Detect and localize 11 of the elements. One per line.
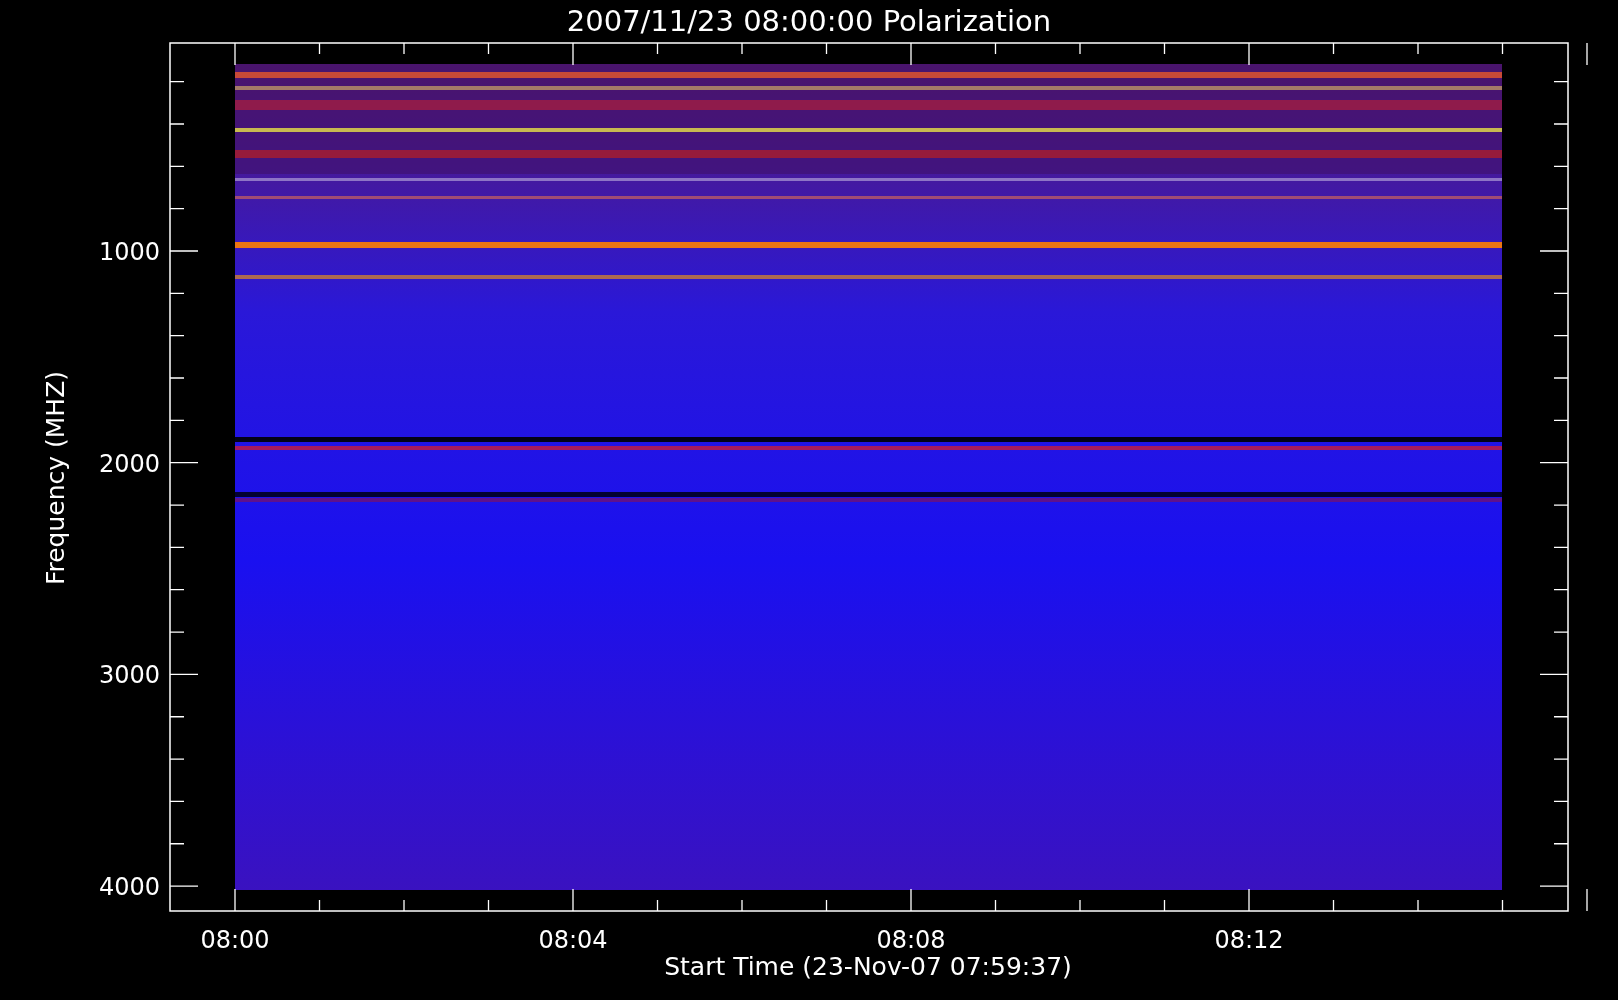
y-tick-label: 3000 <box>98 661 160 690</box>
y-tick-label: 2000 <box>98 449 160 478</box>
x-axis-label: Start Time (23-Nov-07 07:59:37) <box>664 952 1072 981</box>
x-tick-label: 08:08 <box>876 926 946 954</box>
y-axis-label: Frequency (MHZ) <box>41 370 70 586</box>
x-tick-label: 08:04 <box>538 926 608 954</box>
chart-title: 2007/11/23 08:00:00 Polarization <box>566 4 1052 38</box>
y-tick-label: 4000 <box>98 873 160 902</box>
x-tick-label: 08:12 <box>1214 926 1284 954</box>
y-tick-label: 1000 <box>98 238 160 266</box>
x-tick-label: 08:00 <box>200 926 270 954</box>
